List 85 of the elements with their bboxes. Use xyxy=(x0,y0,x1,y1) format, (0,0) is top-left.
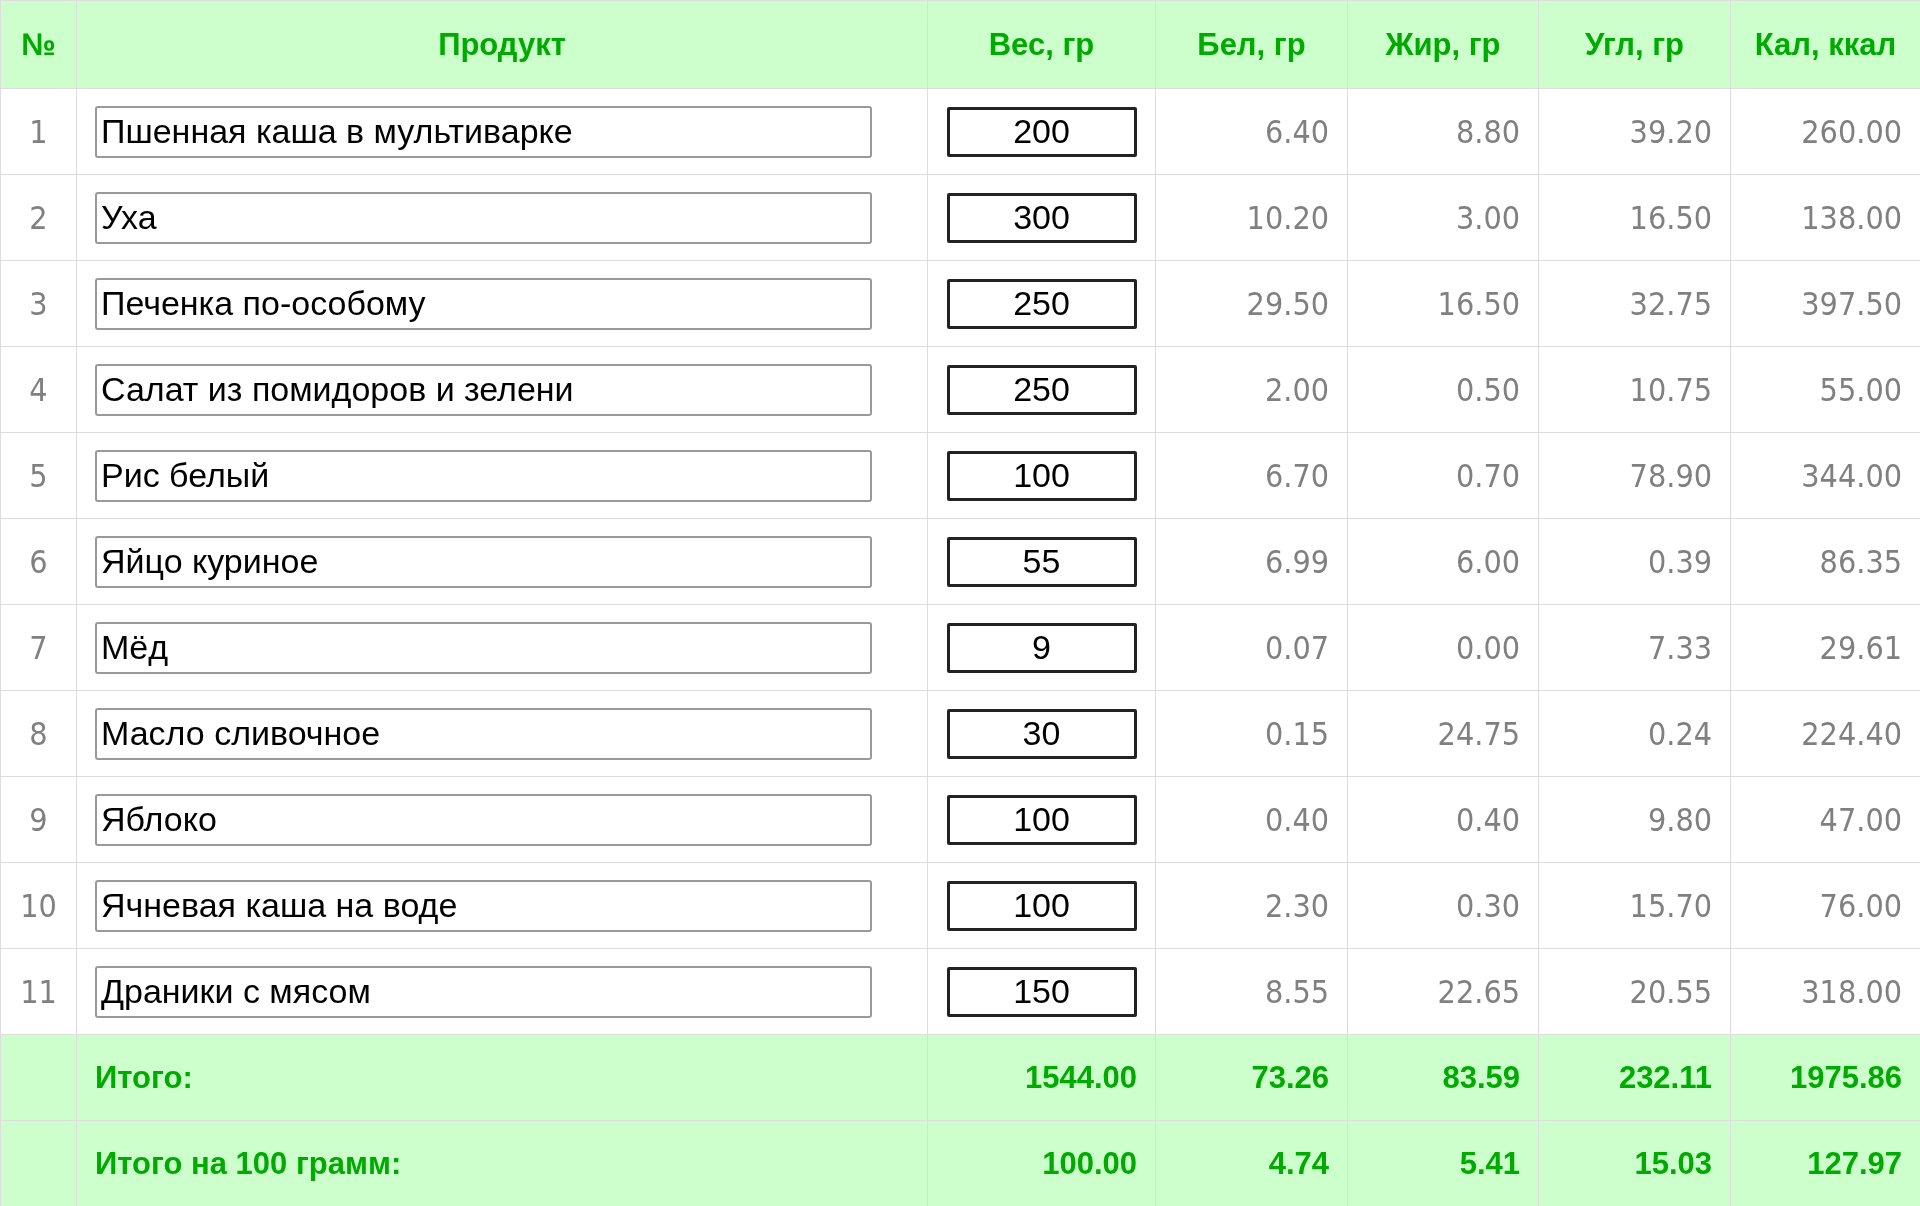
table-cell: 2.30 xyxy=(1155,862,1348,949)
table-cell: 0.00 xyxy=(1347,604,1539,691)
product-input[interactable]: Масло сливочное xyxy=(95,707,872,760)
table-cell: 0.15 xyxy=(1155,690,1348,777)
table-cell: 39.20 xyxy=(1538,88,1731,175)
table-cell: 0.70 xyxy=(1347,432,1539,519)
column-header: Продукт xyxy=(76,0,928,89)
product-input[interactable]: Яблоко xyxy=(95,793,872,846)
table-cell: 29.50 xyxy=(1155,260,1348,347)
table-cell: 2.00 xyxy=(1155,346,1348,433)
total-cell: 1544.00 xyxy=(927,1034,1156,1121)
product-input[interactable]: Мёд xyxy=(95,621,872,674)
table-cell: 0.39 xyxy=(1538,518,1731,605)
table-cell: 7.33 xyxy=(1538,604,1731,691)
weight-input[interactable]: 250 xyxy=(946,278,1137,329)
table-cell: 0.50 xyxy=(1347,346,1539,433)
total-label: Итого на 100 грамм: xyxy=(76,1120,928,1206)
product-input[interactable]: Печенка по-особому xyxy=(95,277,872,330)
table-cell: 20.55 xyxy=(1538,948,1731,1035)
weight-input[interactable]: 150 xyxy=(946,966,1137,1017)
product-input[interactable]: Салат из помидоров и зелени xyxy=(95,363,872,416)
column-header: Кал, ккал xyxy=(1730,0,1920,89)
row-number: 4 xyxy=(0,346,77,433)
table-cell: 78.90 xyxy=(1538,432,1731,519)
total-cell: 232.11 xyxy=(1538,1034,1731,1121)
table-cell: 3.00 xyxy=(1347,174,1539,261)
product-input[interactable]: Уха xyxy=(95,191,872,244)
row-number: 2 xyxy=(0,174,77,261)
table-cell: 16.50 xyxy=(1347,260,1539,347)
table-cell: 24.75 xyxy=(1347,690,1539,777)
row-number: 6 xyxy=(0,518,77,605)
row-number: 9 xyxy=(0,776,77,863)
weight-input[interactable]: 30 xyxy=(946,708,1137,759)
weight-input[interactable]: 250 xyxy=(946,364,1137,415)
column-header: № xyxy=(0,0,77,89)
table-cell: 9.80 xyxy=(1538,776,1731,863)
row-number: 1 xyxy=(0,88,77,175)
product-input[interactable]: Ячневая каша на воде xyxy=(95,879,872,932)
product-input[interactable]: Пшенная каша в мультиварке xyxy=(95,105,872,158)
table-cell: 8.55 xyxy=(1155,948,1348,1035)
product-input[interactable]: Рис белый xyxy=(95,449,872,502)
total-cell: 100.00 xyxy=(927,1120,1156,1206)
total-cell: 73.26 xyxy=(1155,1034,1348,1121)
column-header: Угл, гр xyxy=(1538,0,1731,89)
table-cell: 6.00 xyxy=(1347,518,1539,605)
table-cell: 0.24 xyxy=(1538,690,1731,777)
total-label: Итого: xyxy=(76,1034,928,1121)
table-cell: 0.30 xyxy=(1347,862,1539,949)
total-cell: 5.41 xyxy=(1347,1120,1539,1206)
row-number: 7 xyxy=(0,604,77,691)
total-cell: 1975.86 xyxy=(1730,1034,1920,1121)
total-cell: 83.59 xyxy=(1347,1034,1539,1121)
weight-input[interactable]: 300 xyxy=(946,192,1137,243)
column-header: Бел, гр xyxy=(1155,0,1348,89)
table-cell: 6.70 xyxy=(1155,432,1348,519)
table-cell: 8.80 xyxy=(1347,88,1539,175)
product-input[interactable]: Яйцо куриное xyxy=(95,535,872,588)
table-cell: 6.40 xyxy=(1155,88,1348,175)
row-number: 3 xyxy=(0,260,77,347)
table-cell: 16.50 xyxy=(1538,174,1731,261)
weight-input[interactable]: 55 xyxy=(946,536,1137,587)
table-cell: 0.40 xyxy=(1347,776,1539,863)
column-header: Жир, гр xyxy=(1347,0,1539,89)
row-number: 10 xyxy=(0,862,77,949)
table-cell: 22.65 xyxy=(1347,948,1539,1035)
row-number: 8 xyxy=(0,690,77,777)
total-cell: 4.74 xyxy=(1155,1120,1348,1206)
table-cell: 10.20 xyxy=(1155,174,1348,261)
table-cell: 10.75 xyxy=(1538,346,1731,433)
total-cell: 127.97 xyxy=(1730,1120,1920,1206)
weight-input[interactable]: 200 xyxy=(946,106,1137,157)
total-cell: 15.03 xyxy=(1538,1120,1731,1206)
row-number: 5 xyxy=(0,432,77,519)
weight-input[interactable]: 100 xyxy=(946,880,1137,931)
table-cell: 0.40 xyxy=(1155,776,1348,863)
product-input[interactable]: Драники с мясом xyxy=(95,965,872,1018)
row-number: 11 xyxy=(0,948,77,1035)
weight-input[interactable]: 100 xyxy=(946,450,1137,501)
weight-input[interactable]: 100 xyxy=(946,794,1137,845)
weight-input[interactable]: 9 xyxy=(946,622,1137,673)
table-cell: 32.75 xyxy=(1538,260,1731,347)
table-cell: 6.99 xyxy=(1155,518,1348,605)
column-header: Вес, гр xyxy=(927,0,1156,89)
table-cell: 0.07 xyxy=(1155,604,1348,691)
table-cell: 15.70 xyxy=(1538,862,1731,949)
